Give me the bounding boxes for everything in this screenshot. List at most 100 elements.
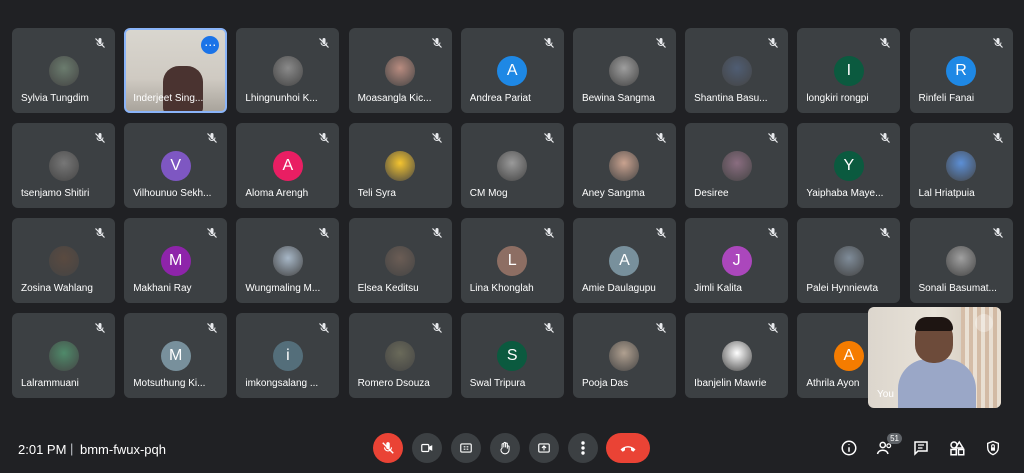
participant-tile[interactable]: Palei Hynniewta: [797, 218, 901, 303]
participant-avatar: [272, 246, 303, 276]
mic-off-icon: [655, 226, 667, 238]
mic-off-icon: [206, 131, 218, 143]
participant-name: Amie Daulagupu: [581, 283, 656, 294]
participant-avatar: M: [160, 341, 191, 371]
participant-avatar: A: [497, 56, 528, 86]
participant-tile[interactable]: Pooja Das: [572, 313, 676, 398]
leave-call-button[interactable]: [606, 433, 650, 463]
mic-off-icon: [431, 131, 443, 143]
participant-tile[interactable]: S Swal Tripura: [460, 313, 564, 398]
participant-avatar: [48, 246, 79, 276]
participant-name: Elsea Keditsu: [357, 283, 419, 294]
participant-video-body: [163, 66, 204, 111]
participant-avatar: [609, 341, 640, 371]
self-video-body: [898, 359, 976, 408]
camera-toggle-button[interactable]: [412, 433, 442, 463]
participant-name: CM Mog: [469, 188, 508, 199]
participant-tile[interactable]: Lalrammuani: [12, 313, 115, 398]
participant-avatar: J: [721, 246, 752, 276]
participant-name: Desiree: [694, 188, 729, 199]
participant-name: Moasangla Kic...: [357, 93, 432, 104]
participant-name: tsenjamo Shitiri: [21, 188, 90, 199]
participant-name: Shantina Basu...: [694, 93, 768, 104]
present-screen-button[interactable]: [529, 433, 559, 463]
hang-up-icon: [620, 446, 636, 452]
participant-tile[interactable]: A Aloma Arengh: [236, 123, 340, 208]
raise-hand-button[interactable]: [490, 433, 520, 463]
chat-button[interactable]: [910, 437, 932, 459]
participant-name: Swal Tripura: [469, 378, 526, 389]
meeting-code: bmm-fwux-pqh: [80, 442, 166, 457]
people-button[interactable]: 51: [874, 433, 902, 459]
participant-tile[interactable]: Elsea Keditsu: [348, 218, 452, 303]
participant-avatar: A: [609, 246, 640, 276]
participant-avatar: [48, 151, 79, 181]
video-off-icon: [421, 443, 433, 453]
participant-tile[interactable]: A Andrea Pariat: [460, 28, 564, 113]
participant-avatar: A: [833, 341, 864, 371]
mic-off-icon: [94, 131, 106, 143]
participant-tile[interactable]: Teli Syra: [348, 123, 452, 208]
participant-avatar: [946, 151, 976, 181]
participant-avatar: [721, 151, 752, 181]
participant-avatar: [833, 246, 864, 276]
participant-tile[interactable]: Ibanjelin Mawrie: [685, 313, 789, 398]
participant-tile[interactable]: ⋯ Inderjeet Sing...: [124, 28, 228, 113]
participant-tile[interactable]: Shantina Basu...: [685, 28, 789, 113]
mic-off-icon: [318, 226, 330, 238]
participant-tile[interactable]: L Lina Khonglah: [460, 218, 564, 303]
participant-tile[interactable]: Ilongkiri rongpi: [797, 28, 901, 113]
mic-off-icon: [94, 36, 106, 48]
participant-tile[interactable]: CM Mog: [460, 123, 564, 208]
participant-tile[interactable]: R Rinfeli Fanai: [909, 28, 1013, 113]
participant-tile[interactable]: Aney Sangma: [572, 123, 676, 208]
participant-name: imkongsalang ...: [245, 378, 319, 389]
microphone-toggle-button[interactable]: [373, 433, 403, 463]
participant-tile[interactable]: Desiree: [685, 123, 789, 208]
participant-tile[interactable]: Lhingnunhoi K...: [236, 28, 340, 113]
participant-tile[interactable]: Lal Hriatpuia: [909, 123, 1013, 208]
participant-tile[interactable]: A Amie Daulagupu: [572, 218, 676, 303]
participant-name: Aney Sangma: [581, 188, 645, 199]
participant-tile[interactable]: M Motsuthung Ki...: [124, 313, 228, 398]
participant-avatar: [385, 151, 416, 181]
activities-button[interactable]: [946, 437, 968, 459]
participant-tile[interactable]: J Jimli Kalita: [685, 218, 789, 303]
participant-avatar: [497, 151, 528, 181]
meeting-details-button[interactable]: [838, 437, 860, 459]
mic-off-icon: [543, 36, 555, 48]
self-view-tile[interactable]: You: [868, 307, 1001, 408]
participant-tile[interactable]: i imkongsalang ...: [236, 313, 340, 398]
mic-off-icon: [431, 226, 443, 238]
participant-name: Ibanjelin Mawrie: [694, 378, 767, 389]
more-options-button[interactable]: [568, 433, 598, 463]
participant-tile[interactable]: Wungmaling M...: [236, 218, 340, 303]
mic-off-icon: [543, 321, 555, 333]
meeting-time: 2:01 PM: [18, 442, 67, 457]
participant-tile[interactable]: Sonali Basumat...: [909, 218, 1013, 303]
captions-button[interactable]: [451, 433, 481, 463]
participant-tile[interactable]: tsenjamo Shitiri: [12, 123, 115, 208]
participant-name: Jimli Kalita: [694, 283, 742, 294]
participant-tile[interactable]: Romero Dsouza: [348, 313, 452, 398]
participant-avatar: [48, 56, 79, 86]
mic-off-icon: [767, 226, 779, 238]
participant-tile[interactable]: Sylvia Tungdim: [12, 28, 115, 113]
participant-tile[interactable]: M Makhani Ray: [124, 218, 228, 303]
participant-tile[interactable]: Y Yaiphaba Maye...: [797, 123, 901, 208]
participant-avatar: [721, 56, 752, 86]
bottom-control-bar: 2:01 PM | bmm-fwux-pqh 51: [0, 427, 1024, 473]
mic-off-icon: [543, 226, 555, 238]
participant-name: Pooja Das: [581, 378, 629, 389]
participant-tile[interactable]: Moasangla Kic...: [348, 28, 452, 113]
participant-tile[interactable]: V Vilhounuo Sekh...: [124, 123, 228, 208]
participant-tile[interactable]: Zosina Wahlang: [12, 218, 115, 303]
participant-tile[interactable]: Bewina Sangma: [572, 28, 676, 113]
hand-icon: [500, 441, 510, 455]
people-count-badge: 51: [887, 433, 902, 444]
mic-off-icon: [206, 226, 218, 238]
info-icon: [841, 440, 857, 456]
participant-avatar: L: [497, 246, 528, 276]
host-controls-button[interactable]: [982, 437, 1004, 459]
participant-avatar: [48, 341, 79, 371]
